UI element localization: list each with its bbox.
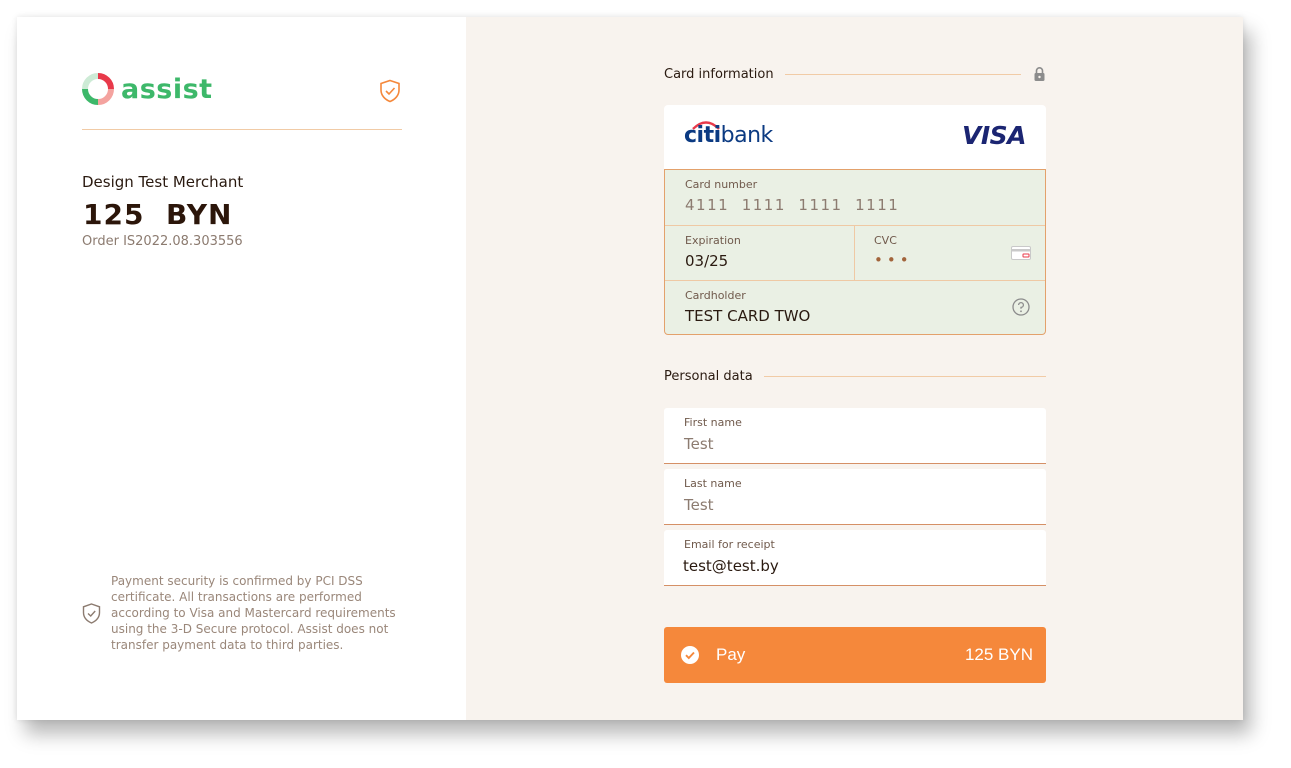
cvc-input[interactable]: ••• bbox=[874, 251, 913, 269]
personal-section-header: Personal data bbox=[664, 369, 1046, 384]
order-summary-panel: assist Design Test Merchant 125 BYN Orde… bbox=[17, 17, 466, 720]
card-number-field[interactable]: Card number 4111 1111 1111 1111 bbox=[665, 170, 1045, 225]
card-fields: Card number 4111 1111 1111 1111 Expirati… bbox=[664, 169, 1046, 335]
pay-button-amount: 125 BYN bbox=[964, 645, 1033, 664]
payment-window: assist Design Test Merchant 125 BYN Orde… bbox=[17, 17, 1243, 720]
first-name-label: First name bbox=[684, 416, 742, 429]
payment-form-panel: Card information citibank VISA Card numb… bbox=[466, 17, 1243, 720]
pay-button-label: Pay bbox=[716, 645, 746, 664]
section-divider bbox=[763, 376, 1046, 377]
help-icon[interactable] bbox=[1012, 298, 1030, 316]
first-name-input[interactable]: Test bbox=[684, 435, 714, 453]
last-name-field[interactable]: Last name Test bbox=[664, 469, 1046, 525]
cardholder-field[interactable]: Cardholder TEST CARD TWO bbox=[665, 280, 1045, 335]
cardholder-label: Cardholder bbox=[685, 289, 746, 302]
expiration-label: Expiration bbox=[685, 234, 741, 247]
shield-check-icon bbox=[82, 602, 101, 624]
shield-check-icon bbox=[380, 79, 400, 103]
email-input[interactable]: test@test.by bbox=[683, 557, 779, 575]
first-name-field[interactable]: First name Test bbox=[664, 408, 1046, 464]
last-name-label: Last name bbox=[684, 477, 742, 490]
card-section-header: Card information bbox=[664, 66, 1046, 82]
cvc-label: CVC bbox=[874, 234, 897, 247]
card-form: citibank VISA Card number 4111 1111 1111… bbox=[664, 105, 1046, 335]
security-text: Payment security is confirmed by PCI DSS… bbox=[111, 574, 396, 652]
check-circle-icon bbox=[681, 646, 699, 664]
bank-logo: citibank bbox=[684, 125, 773, 147]
security-note: Payment security is confirmed by PCI DSS… bbox=[82, 573, 402, 653]
card-icon bbox=[1011, 246, 1031, 260]
section-divider bbox=[784, 73, 1021, 75]
order-number: Order IS2022.08.303556 bbox=[82, 234, 243, 249]
merchant-name: Design Test Merchant bbox=[82, 173, 244, 191]
bank-logo-part1: citi bbox=[684, 123, 721, 148]
card-network-logo: VISA bbox=[961, 121, 1027, 150]
card-number-label: Card number bbox=[685, 178, 758, 191]
brand-divider bbox=[82, 129, 402, 130]
email-label: Email for receipt bbox=[684, 538, 775, 551]
expiration-input[interactable]: 03/25 bbox=[685, 252, 728, 270]
brand-logo: assist bbox=[82, 73, 213, 105]
last-name-input[interactable]: Test bbox=[684, 496, 714, 514]
assist-logo-icon bbox=[82, 73, 114, 105]
brand-name: assist bbox=[121, 73, 213, 105]
card-brand-row: citibank VISA bbox=[664, 105, 1046, 169]
personal-section-title: Personal data bbox=[664, 369, 753, 384]
expiry-cvc-row: Expiration 03/25 CVC ••• bbox=[665, 225, 1045, 281]
email-field[interactable]: Email for receipt test@test.by bbox=[664, 530, 1046, 586]
card-number-input[interactable]: 4111 1111 1111 1111 bbox=[685, 196, 899, 214]
pay-button[interactable]: Pay 125 BYN bbox=[664, 627, 1046, 683]
cardholder-input[interactable]: TEST CARD TWO bbox=[685, 307, 810, 325]
bank-logo-part2: bank bbox=[720, 123, 774, 148]
field-divider bbox=[854, 226, 855, 281]
order-amount: 125 BYN bbox=[83, 198, 233, 231]
card-section-title: Card information bbox=[664, 66, 774, 82]
lock-icon bbox=[1034, 67, 1045, 81]
